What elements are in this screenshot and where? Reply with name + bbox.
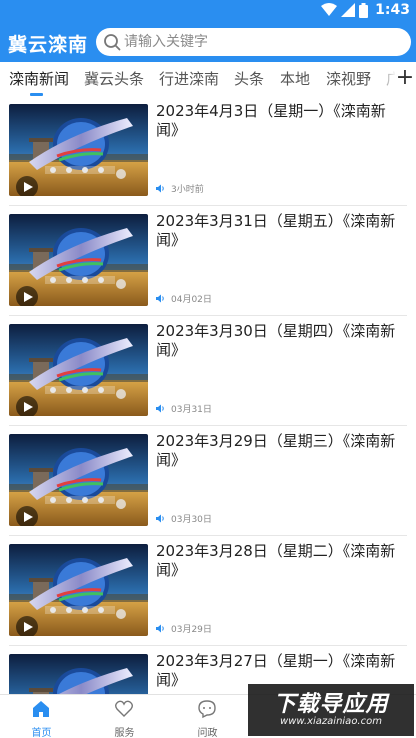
- news-meta: 03月30日: [156, 512, 212, 525]
- news-title: 2023年3月29日（星期三）《滦南新闻》: [156, 432, 396, 469]
- news-thumbnail: [9, 434, 148, 526]
- tab-luan-vision[interactable]: 滦视野: [326, 68, 371, 89]
- title-row: 冀云滦南: [0, 26, 416, 60]
- speaker-icon: [156, 404, 164, 413]
- nav-label: 首页: [31, 728, 52, 738]
- nav-service[interactable]: 服务: [83, 695, 166, 738]
- app-title: 冀云滦南: [8, 34, 89, 56]
- play-icon: [16, 506, 38, 526]
- news-meta: 03月31日: [156, 402, 212, 415]
- app-header: 1:43 冀云滦南: [0, 0, 416, 62]
- signal-icon: [341, 3, 356, 17]
- tab-luannan-news[interactable]: 滦南新闻: [9, 68, 69, 89]
- chat-icon: [198, 700, 216, 719]
- news-meta: 04月02日: [156, 292, 212, 305]
- wifi-icon: [321, 3, 338, 16]
- nav-label: 问政: [197, 728, 218, 738]
- tab-jiyun-headlines[interactable]: 冀云头条: [84, 68, 144, 89]
- news-title: 2023年4月3日（星期一）《滦南新闻》: [156, 102, 386, 139]
- news-item[interactable]: 2023年3月30日（星期四）《滦南新闻》 03月31日: [0, 316, 416, 426]
- news-date: 3小时前: [171, 185, 204, 195]
- category-tabs: 滦南新闻 冀云头条 行进滦南 头条 本地 滦视野 广 +: [0, 62, 416, 96]
- news-thumbnail: [9, 324, 148, 416]
- tab-fade: [376, 62, 396, 96]
- play-icon: [16, 176, 38, 196]
- nav-home[interactable]: 首页: [0, 695, 83, 738]
- news-item[interactable]: 2023年3月29日（星期三）《滦南新闻》 03月30日: [0, 426, 416, 536]
- news-item[interactable]: 2023年3月28日（星期二）《滦南新闻》 03月29日: [0, 536, 416, 646]
- news-date: 03月31日: [171, 405, 212, 415]
- news-title: 2023年3月30日（星期四）《滦南新闻》: [156, 322, 396, 359]
- news-thumbnail: [9, 654, 148, 694]
- search-icon: [104, 34, 121, 51]
- news-list: 2023年4月3日（星期一）《滦南新闻》 3小时前 2023年3月31日（星期五…: [0, 96, 416, 694]
- news-title: 2023年3月31日（星期五）《滦南新闻》: [156, 212, 396, 249]
- watermark-url: www.xiazainiao.com: [280, 716, 382, 727]
- play-icon: [16, 396, 38, 416]
- tab-local[interactable]: 本地: [280, 68, 310, 89]
- watermark: 下载导应用 www.xiazainiao.com: [248, 684, 414, 736]
- news-meta: 03月29日: [156, 622, 212, 635]
- speaker-icon: [156, 294, 164, 303]
- nav-inquiry[interactable]: 问政: [166, 695, 249, 738]
- tab-luannan-progress[interactable]: 行进滦南: [159, 68, 219, 89]
- battery-icon: [359, 2, 369, 18]
- tab-headlines[interactable]: 头条: [234, 68, 264, 89]
- watermark-title: 下载导应用: [273, 692, 389, 717]
- news-item[interactable]: 2023年4月3日（星期一）《滦南新闻》 3小时前: [0, 96, 416, 206]
- nav-label: 服务: [114, 728, 135, 738]
- add-tab-button[interactable]: +: [395, 66, 415, 92]
- speaker-icon: [156, 514, 164, 523]
- news-title: 2023年3月28日（星期二）《滦南新闻》: [156, 542, 396, 579]
- status-time: 1:43: [375, 2, 410, 18]
- news-item[interactable]: 2023年3月31日（星期五）《滦南新闻》 04月02日: [0, 206, 416, 316]
- news-thumbnail: [9, 214, 148, 306]
- news-date: 04月02日: [171, 295, 212, 305]
- news-date: 03月30日: [171, 515, 212, 525]
- search-input[interactable]: [124, 30, 404, 54]
- news-thumbnail: [9, 104, 148, 196]
- news-meta: 3小时前: [156, 182, 204, 195]
- status-bar: 1:43: [0, 0, 416, 22]
- news-date: 03月29日: [171, 625, 212, 635]
- speaker-icon: [156, 624, 164, 633]
- home-icon: [33, 701, 49, 717]
- status-icons: 1:43: [321, 2, 410, 18]
- news-thumbnail: [9, 544, 148, 636]
- search-box[interactable]: [96, 28, 411, 56]
- speaker-icon: [156, 184, 164, 193]
- heart-icon: [115, 700, 133, 717]
- play-icon: [16, 616, 38, 636]
- play-icon: [16, 286, 38, 306]
